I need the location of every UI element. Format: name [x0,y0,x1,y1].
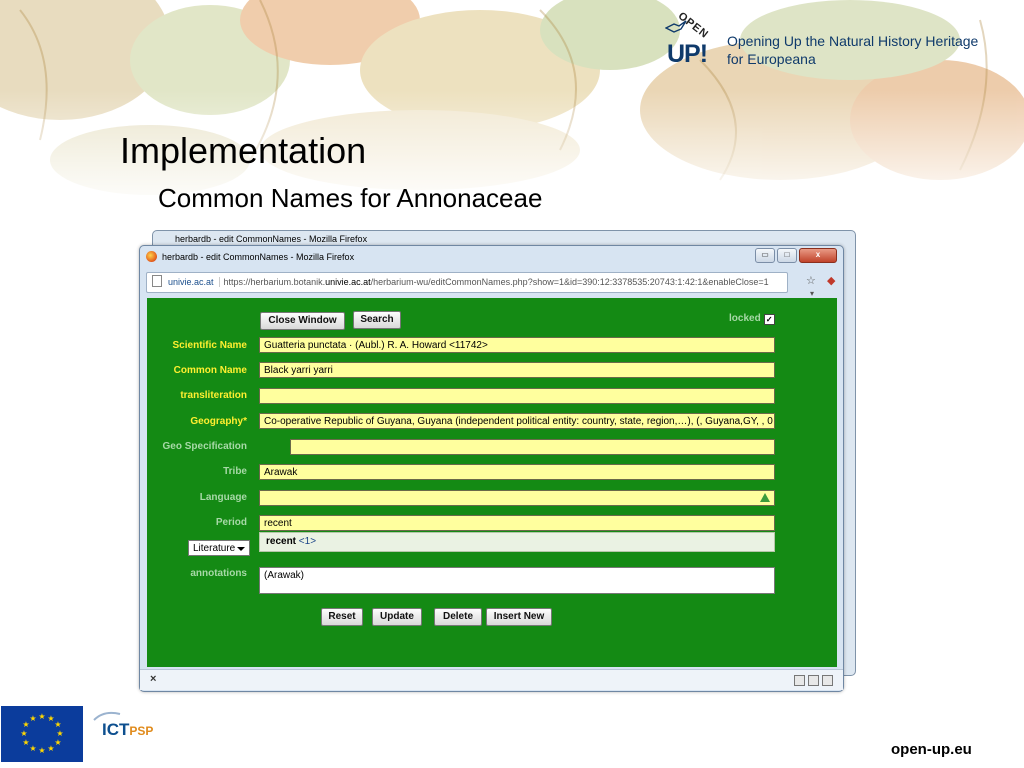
tagline-line2: for Europeana [727,51,816,67]
status-bar: × [140,669,843,690]
form-area: Close Window Search locked ✓ Scientific N… [147,298,837,667]
transliteration-field[interactable] [259,388,775,404]
literature-select-value: Literature [193,543,236,554]
suggestion-count: <1> [298,536,317,547]
svg-text:★: ★ [22,738,29,747]
addon-icon[interactable]: ◆ [827,275,835,287]
label-period: Period [215,517,247,528]
label-tribe: Tribe [223,466,247,477]
reset-button[interactable]: Reset [321,608,363,626]
tagline-line1: Opening Up the Natural History Heritage [727,33,979,49]
language-field[interactable] [259,490,775,506]
brand-up: UP! [667,40,708,68]
label-transliteration: transliteration [180,390,247,401]
url-rest: /herbarium-wu/editCommonNames.php?show=1… [370,277,769,287]
insert-new-button[interactable]: Insert New [486,608,552,626]
svg-text:★: ★ [29,744,36,753]
scientific-name-field[interactable]: Guatteria punctata · (Aubl.) R. A. Howar… [259,337,775,353]
browser-window: herbardb - edit CommonNames - Mozilla Fi… [139,245,844,692]
close-button[interactable]: x [799,248,837,263]
slide-subtitle: Common Names for Annonaceae [158,183,543,213]
maximize-button[interactable]: □ [777,248,797,263]
label-geo-specification: Geo Specification [162,441,247,452]
label-language: Language [199,492,247,503]
svg-text:★: ★ [38,712,45,721]
label-common-name: Common Name [173,365,247,376]
locked-label: locked [729,313,761,324]
psp-text: PSP [129,724,154,738]
status-icons [794,675,833,686]
delete-button[interactable]: Delete [434,608,482,626]
geo-specification-field[interactable] [290,439,775,455]
status-icon-1[interactable] [794,675,805,686]
window-title: herbardb - edit CommonNames - Mozilla Fi… [162,252,355,262]
svg-text:★: ★ [56,729,63,738]
label-scientific-name: Scientific Name [172,340,247,351]
close-window-button[interactable]: Close Window [260,312,345,330]
open-up-logo: OPEN UP! Opening Up the Natural History … [663,10,1013,70]
annotations-textarea[interactable]: (Arawak) [259,567,775,594]
svg-text:★: ★ [54,720,61,729]
locked-toggle[interactable]: locked ✓ [729,313,775,325]
title-bar: herbardb - edit CommonNames - Mozilla Fi… [140,246,843,268]
period-field[interactable]: recent [259,515,775,531]
minimize-button[interactable]: ▭ [755,248,775,263]
warning-icon [760,493,770,502]
toolbar-right: ☆ ◆ ▾ [806,274,843,299]
literature-select[interactable]: Literature [188,540,250,556]
geography-field[interactable]: Co-operative Republic of Guyana, Guyana … [259,413,775,429]
mail-icon[interactable] [822,675,833,686]
page-icon [152,275,162,287]
url-text: https://herbarium.botanik.univie.ac.at/h… [224,277,769,287]
suggestion-text: recent [266,536,297,547]
window-controls: ▭ □ x [755,248,837,263]
status-icon-2[interactable] [808,675,819,686]
common-name-field[interactable]: Black yarri yarri [259,362,775,378]
star-icon[interactable]: ☆ [806,275,816,287]
svg-text:★: ★ [29,714,36,723]
period-suggestion[interactable]: recent <1> [259,532,775,552]
locked-checkbox[interactable]: ✓ [763,314,775,325]
label-geography: Geography* [190,416,247,427]
svg-text:★: ★ [20,729,27,738]
dropdown-arrow-icon [237,547,245,551]
site-identity[interactable]: univie.ac.at [168,277,220,287]
svg-text:★: ★ [47,744,54,753]
update-button[interactable]: Update [372,608,422,626]
search-button[interactable]: Search [353,311,401,329]
svg-text:★: ★ [38,746,45,755]
chevron-down-icon[interactable]: ▾ [810,289,814,298]
eu-flag-logo: ★ ★★ ★★★ ★★★ ★★★ [1,706,83,762]
footer-url[interactable]: open-up.eu [891,741,972,758]
url-bar[interactable]: univie.ac.at https://herbarium.botanik.un… [146,272,788,293]
tribe-field[interactable]: Arawak [259,464,775,480]
url-domain: univie.ac.at [325,277,371,287]
firefox-icon [146,251,157,262]
close-addon-bar-icon[interactable]: × [150,673,156,685]
ict-psp-text: ICTPSP [102,720,153,740]
ict-text: ICT [102,720,130,739]
url-prefix: https://herbarium.botanik. [223,277,326,287]
tagline: Opening Up the Natural History Heritage … [727,32,978,68]
svg-text:★: ★ [54,738,61,747]
label-annotations: annotations [190,568,247,579]
ict-psp-logo: ICTPSP [92,708,172,758]
slide-title: Implementation [120,130,367,171]
